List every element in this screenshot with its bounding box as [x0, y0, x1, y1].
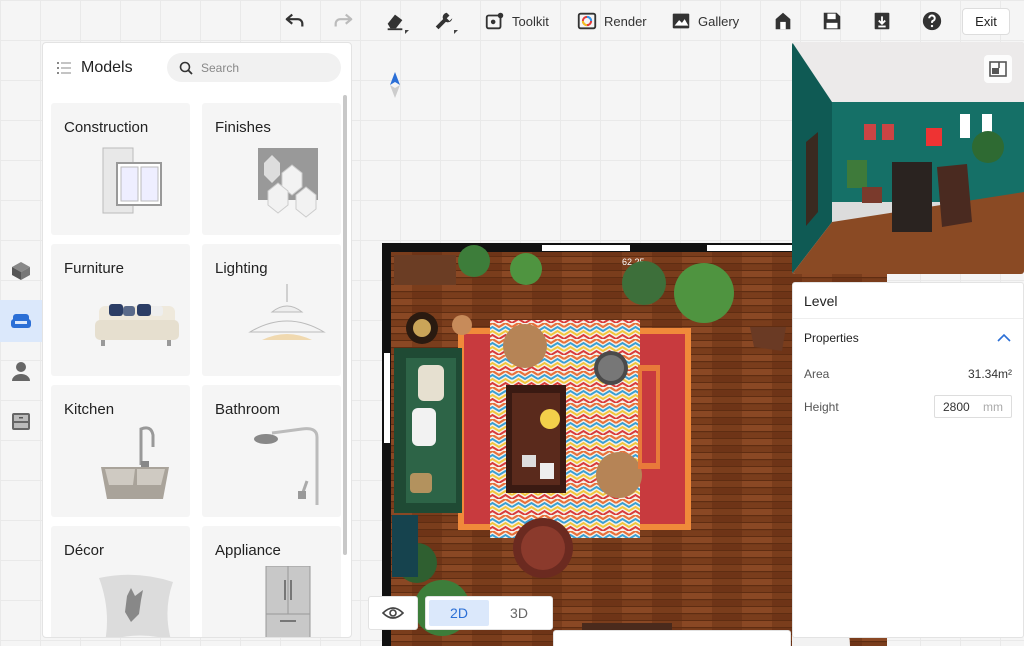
rail-models[interactable]	[0, 300, 42, 342]
properties-section-header[interactable]: Properties	[793, 319, 1023, 357]
redo-icon	[334, 13, 353, 27]
view-2d-button[interactable]: 2D	[429, 600, 489, 626]
height-label: Height	[804, 399, 839, 414]
chevron-up-icon	[997, 333, 1011, 342]
models-scrollbar[interactable]	[343, 95, 347, 555]
eye-icon	[382, 607, 404, 619]
view-mode-toggle: 2D 3D	[425, 596, 553, 630]
cube-icon	[12, 262, 30, 280]
gallery-icon	[672, 13, 690, 29]
visibility-button[interactable]	[368, 596, 418, 630]
category-label: Kitchen	[64, 401, 115, 418]
shower-icon	[254, 427, 319, 505]
category-label: Bathroom	[215, 401, 281, 418]
pendant-lamp-icon	[248, 284, 326, 340]
toolkit-label: Toolkit	[512, 13, 549, 29]
3d-preview[interactable]	[792, 42, 1024, 274]
category-appliance[interactable]: Appliance	[202, 526, 341, 637]
redo-button[interactable]	[332, 7, 354, 35]
help-button[interactable]	[921, 7, 943, 35]
rail-storage[interactable]	[0, 400, 42, 442]
properties-section-label: Properties	[804, 331, 859, 345]
search-box[interactable]	[167, 53, 341, 82]
view-3d-button[interactable]: 3D	[489, 600, 549, 626]
toolkit-button[interactable]: Toolkit	[484, 7, 549, 35]
models-title: Models	[81, 59, 133, 76]
height-value: 2800	[943, 399, 970, 414]
door-window-icon	[102, 147, 162, 214]
export-button[interactable]	[871, 7, 893, 35]
category-decor[interactable]: Décor	[51, 526, 190, 637]
sofa-icon	[95, 304, 179, 346]
gallery-label: Gallery	[698, 13, 740, 29]
left-rail	[0, 250, 42, 450]
area-label: Area	[804, 366, 830, 381]
sink-icon	[101, 426, 169, 499]
area-row: Area 31.34m²	[793, 357, 1023, 390]
eraser-icon	[387, 14, 403, 31]
user-icon	[12, 362, 30, 381]
fridge-icon	[265, 566, 311, 637]
render-button[interactable]: Render	[576, 7, 647, 35]
category-lighting[interactable]: Lighting	[202, 244, 341, 376]
undo-icon	[285, 13, 304, 27]
floorplan-icon	[989, 61, 1007, 77]
pillow-icon	[99, 574, 173, 637]
cabinet-icon	[12, 413, 30, 430]
save-button[interactable]	[821, 7, 843, 35]
category-label: Finishes	[215, 119, 271, 136]
category-furniture[interactable]: Furniture	[51, 244, 190, 376]
gallery-button[interactable]: Gallery	[670, 7, 739, 35]
models-panel: Models Construction Finishes	[42, 42, 352, 638]
height-row: Height 2800 mm	[793, 390, 1023, 423]
compass-icon	[390, 72, 400, 98]
height-field[interactable]: 2800 mm	[934, 395, 1012, 418]
category-label: Furniture	[64, 260, 125, 277]
category-construction[interactable]: Construction	[51, 103, 190, 235]
top-toolbar: Toolkit Render Gallery Exit	[270, 0, 1024, 42]
export-icon	[874, 12, 890, 30]
list-icon[interactable]	[57, 61, 71, 75]
category-label: Décor	[64, 542, 105, 559]
sofa-icon	[11, 314, 31, 328]
area-value: 31.34m²	[967, 366, 1012, 381]
search-icon	[179, 61, 193, 75]
render-icon	[577, 12, 597, 30]
help-icon	[922, 11, 942, 31]
eraser-button[interactable]	[384, 7, 409, 35]
tile-icon	[258, 148, 318, 218]
wrench-icon	[435, 12, 453, 30]
zoom-controls[interactable]	[553, 630, 791, 646]
save-icon	[823, 12, 841, 30]
toolkit-icon	[485, 12, 504, 30]
home-save-icon	[775, 12, 791, 30]
category-finishes[interactable]: Finishes	[202, 103, 341, 235]
rail-construction[interactable]	[0, 250, 42, 292]
home-button[interactable]	[772, 7, 794, 35]
height-unit: mm	[983, 399, 1003, 414]
category-label: Construction	[64, 119, 149, 136]
category-kitchen[interactable]: Kitchen	[51, 385, 190, 517]
search-input[interactable]	[201, 60, 331, 75]
category-bathroom[interactable]: Bathroom	[202, 385, 341, 517]
preview-mode-button[interactable]	[984, 55, 1012, 83]
undo-button[interactable]	[284, 7, 306, 35]
level-title: Level	[793, 283, 1023, 319]
render-label: Render	[604, 13, 647, 29]
wrench-button[interactable]	[433, 7, 458, 35]
exit-button[interactable]: Exit	[962, 8, 1010, 35]
properties-panel: Level Properties Area 31.34m² Height 280…	[792, 282, 1024, 638]
category-label: Lighting	[215, 260, 268, 277]
category-label: Appliance	[215, 542, 281, 559]
rail-account[interactable]	[0, 350, 42, 392]
